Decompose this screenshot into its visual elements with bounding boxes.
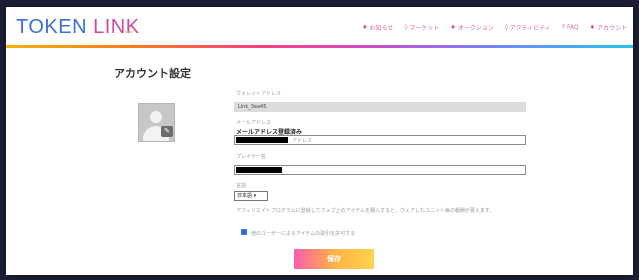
account-settings-page: アカウント設定 ✎ ウォレットアドレス Link_3ea45 メールアドレス メ… <box>6 48 633 275</box>
email-label: メールアドレス <box>236 120 272 126</box>
logo-text-link: LINK <box>93 16 140 38</box>
user-icon: ♦ <box>589 23 595 31</box>
nav-label: お知らせ <box>369 24 394 32</box>
nav-item-news[interactable]: ♦ お知らせ <box>362 23 393 32</box>
affiliate-note: アフィリエイトプログラムに登録してウェブ上のアイテムを購入すると、ウェアしたユニ… <box>236 208 495 214</box>
gavel-icon: ♦ <box>450 23 456 31</box>
email-redaction <box>236 137 288 143</box>
wallet-address-field: Link_3ea45 <box>234 102 526 112</box>
email-suffix: アドレス <box>292 138 313 144</box>
bell-icon: ♦ <box>362 23 368 31</box>
player-name-redaction <box>236 167 282 173</box>
nav-label: FAQ <box>566 23 579 31</box>
avatar-head <box>150 111 162 123</box>
wallet-label: ウォレットアドレス <box>236 91 282 97</box>
page-title: アカウント設定 <box>114 68 191 80</box>
logo-text-token: TOKEN <box>16 16 94 38</box>
save-button[interactable]: 保存 <box>294 249 374 269</box>
nav-label: オークション <box>457 24 494 32</box>
question-icon: ? <box>561 23 565 31</box>
logo-beta-tag: beta <box>125 29 133 34</box>
nav-label: マーケット <box>409 24 440 32</box>
top-navbar: TOKEN LINK beta ♦ お知らせ ◊ マーケット ♦ オークション … <box>6 7 633 45</box>
nav-item-faq[interactable]: ? FAQ <box>562 24 579 31</box>
activity-icon: ◊ <box>504 23 508 31</box>
nav-item-account[interactable]: ♦ アカウント <box>590 23 627 32</box>
main-nav: ♦ お知らせ ◊ マーケット ♦ オークション ◊ アクティビティ ? FAQ … <box>362 21 627 33</box>
language-label: 言語 <box>236 183 247 189</box>
allow-trade-label: 他のユーザーによるアイテムの取引を許可する <box>251 231 356 237</box>
nav-item-market[interactable]: ◊ マーケット <box>404 23 439 32</box>
browser-viewport: TOKEN LINK beta ♦ お知らせ ◊ マーケット ♦ オークション … <box>6 7 633 275</box>
nav-item-auction[interactable]: ♦ オークション <box>450 23 493 32</box>
nav-label: アカウント <box>596 24 627 32</box>
allow-trade-checkbox[interactable] <box>241 229 247 235</box>
player-name-label: プレイヤー名 <box>236 154 266 160</box>
nav-label: アクティビティ <box>509 24 551 32</box>
camera-icon[interactable]: ✎ <box>161 126 173 137</box>
nav-item-activity[interactable]: ◊ アクティビティ <box>505 23 551 32</box>
cart-icon: ◊ <box>404 23 408 31</box>
logo[interactable]: TOKEN LINK <box>16 17 140 37</box>
language-select[interactable]: 日本語 ▾ <box>234 191 268 201</box>
